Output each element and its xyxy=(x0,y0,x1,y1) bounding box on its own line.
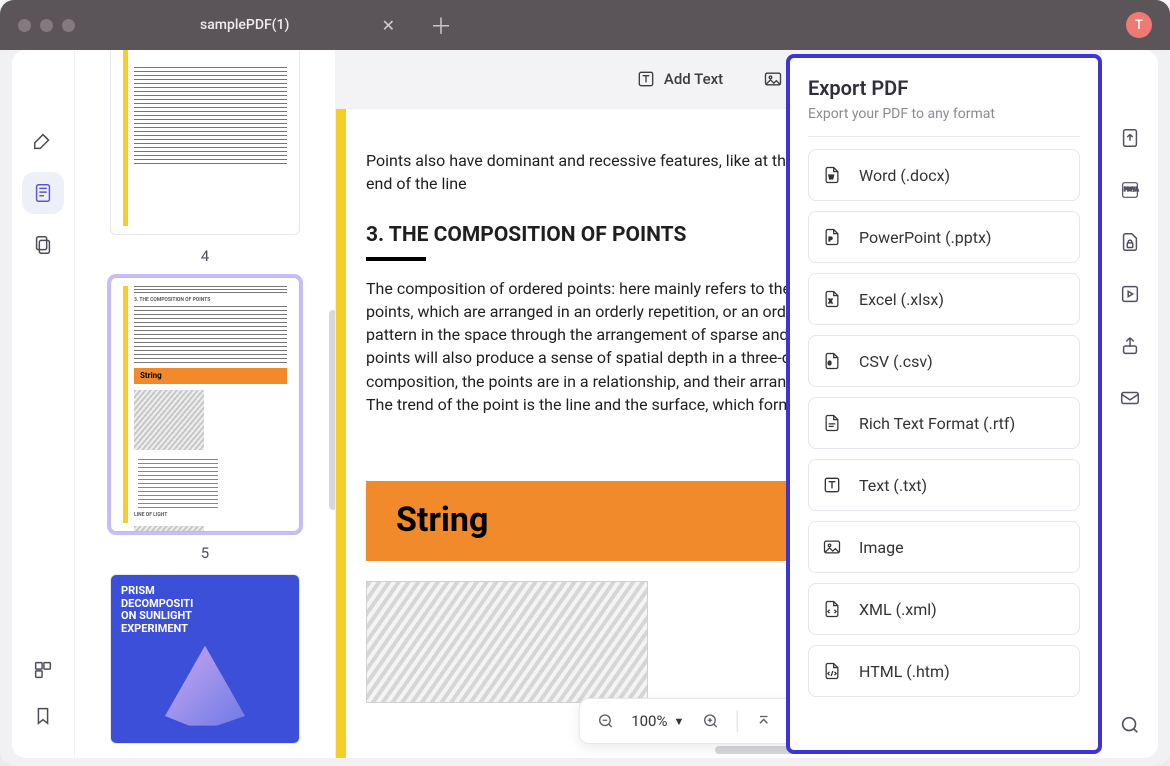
export-option-xml[interactable]: XML (.xml) xyxy=(808,583,1080,635)
xml-icon xyxy=(821,598,843,620)
close-window-icon[interactable] xyxy=(18,19,31,32)
svg-text:C: C xyxy=(828,361,832,367)
thumbnail-page-number: 5 xyxy=(103,544,307,562)
add-text-button[interactable]: Add Text xyxy=(636,69,723,89)
share-icon[interactable] xyxy=(1117,333,1143,359)
right-toolbar: PDF/A xyxy=(1102,50,1158,758)
pages-panel-icon[interactable] xyxy=(22,172,64,214)
csv-icon: C xyxy=(821,350,843,372)
pdfa-icon[interactable]: PDF/A xyxy=(1117,177,1143,203)
export-option-powerpoint[interactable]: P PowerPoint (.pptx) xyxy=(808,211,1080,263)
export-option-excel[interactable]: X Excel (.xlsx) xyxy=(808,273,1080,325)
bookmark-icon[interactable] xyxy=(22,698,64,734)
export-option-html[interactable]: HTML (.htm) xyxy=(808,645,1080,697)
excel-icon: X xyxy=(821,288,843,310)
rtf-icon xyxy=(821,412,843,434)
zoom-in-button[interactable] xyxy=(696,707,724,735)
search-icon[interactable] xyxy=(1117,712,1143,738)
svg-text:P: P xyxy=(829,237,833,243)
export-pdf-panel: Export PDF Export your PDF to any format… xyxy=(786,54,1102,754)
add-tab-button[interactable]: ＋ xyxy=(410,9,472,41)
window-controls xyxy=(18,19,75,32)
image-icon xyxy=(821,536,843,558)
maximize-window-icon[interactable] xyxy=(62,19,75,32)
export-option-csv[interactable]: C CSV (.csv) xyxy=(808,335,1080,387)
title-bar: samplePDF(1) ✕ ＋ T xyxy=(0,0,1170,50)
export-title: Export PDF xyxy=(808,76,1080,100)
page-thumbnail-selected[interactable]: 3. THE COMPOSITION OF POINTS String LINE… xyxy=(103,277,307,562)
export-option-text[interactable]: Text (.txt) xyxy=(808,459,1080,511)
thumbnail-page-number: 4 xyxy=(103,247,307,265)
divider xyxy=(808,136,1080,137)
mail-icon[interactable] xyxy=(1117,385,1143,411)
export-icon[interactable] xyxy=(1117,125,1143,151)
copy-pages-icon[interactable] xyxy=(22,224,64,266)
separator xyxy=(736,710,737,732)
page-thumbnail[interactable]: PRISM DECOMPOSITI ON SUNLIGHT EXPERIMENT xyxy=(103,574,307,744)
image-placeholder xyxy=(366,581,648,703)
tab-title: samplePDF(1) xyxy=(200,17,289,33)
powerpoint-icon: P xyxy=(821,226,843,248)
minimize-window-icon[interactable] xyxy=(40,19,53,32)
page-thumbnail[interactable]: 4 xyxy=(103,50,307,265)
first-page-button[interactable] xyxy=(749,707,777,735)
zoom-level[interactable]: 100% ▼ xyxy=(631,712,684,730)
slideshow-icon[interactable] xyxy=(1117,281,1143,307)
text-icon xyxy=(821,474,843,496)
svg-text:PDF/A: PDF/A xyxy=(1124,187,1139,193)
user-avatar[interactable]: T xyxy=(1126,12,1152,38)
app-window: samplePDF(1) ✕ ＋ T xyxy=(0,0,1170,766)
zoom-out-button[interactable] xyxy=(591,707,619,735)
content-area: 4 3. THE COMPOSITION OF POINTS String LI… xyxy=(12,50,1158,758)
export-option-rtf[interactable]: Rich Text Format (.rtf) xyxy=(808,397,1080,449)
left-toolbar xyxy=(12,50,75,758)
outline-icon[interactable] xyxy=(22,652,64,688)
highlighter-icon[interactable] xyxy=(22,120,64,162)
html-icon xyxy=(821,660,843,682)
window-tab[interactable]: samplePDF(1) ✕ xyxy=(145,0,410,50)
close-tab-icon[interactable]: ✕ xyxy=(382,16,395,35)
word-icon: W xyxy=(821,164,843,186)
svg-text:X: X xyxy=(829,299,833,305)
export-option-word[interactable]: W Word (.docx) xyxy=(808,149,1080,201)
protect-icon[interactable] xyxy=(1117,229,1143,255)
heading-rule xyxy=(366,257,426,261)
export-subtitle: Export your PDF to any format xyxy=(808,106,1080,122)
svg-text:W: W xyxy=(829,175,834,181)
export-option-image[interactable]: Image xyxy=(808,521,1080,573)
thumbnail-panel[interactable]: 4 3. THE COMPOSITION OF POINTS String LI… xyxy=(75,50,335,758)
